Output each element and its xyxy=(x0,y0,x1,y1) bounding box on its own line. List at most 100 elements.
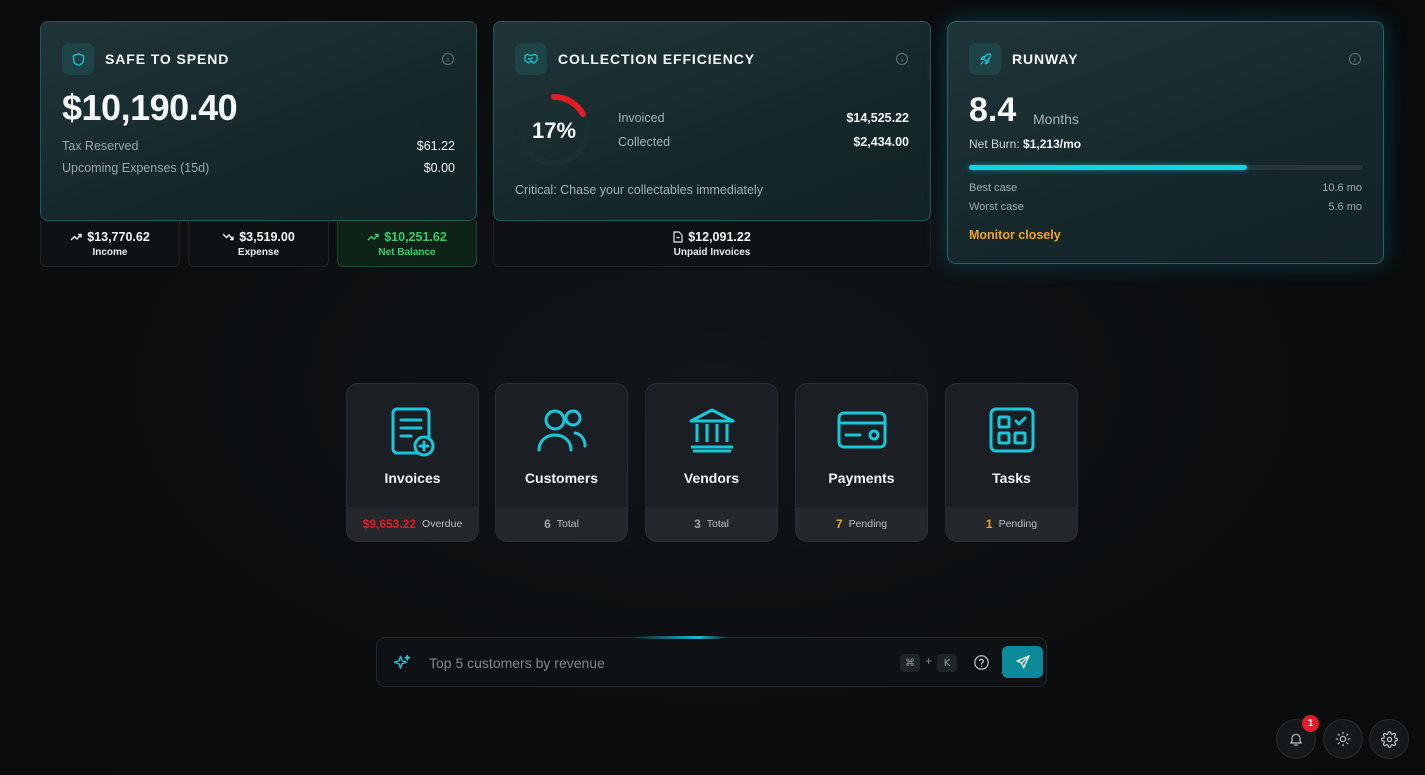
info-icon[interactable] xyxy=(895,52,909,66)
settings-button[interactable] xyxy=(1369,719,1409,759)
runway-status: Monitor closely xyxy=(969,228,1061,242)
unpaid-label: Unpaid Invoices xyxy=(673,246,751,258)
tile-count: 6 xyxy=(544,517,551,531)
upcoming-expenses-label: Upcoming Expenses (15d) xyxy=(62,161,210,175)
search-glow xyxy=(632,636,727,639)
income-box[interactable]: $13,770.62 Income xyxy=(40,221,180,267)
worst-case-label: Worst case xyxy=(969,201,1024,213)
tile-footer: 6 Total xyxy=(496,507,627,541)
tile-name: Tasks xyxy=(992,470,1031,486)
income-label: Income xyxy=(92,246,128,258)
users-icon xyxy=(537,409,586,452)
worst-case-row: Worst case 5.6 mo xyxy=(969,201,1362,213)
tile-status: Overdue xyxy=(422,518,463,530)
notification-badge: 1 xyxy=(1302,715,1319,732)
income-amount-row: $13,770.62 xyxy=(70,230,150,244)
net-burn: Net Burn: $1,213/mo xyxy=(969,137,1081,151)
tile-status: Total xyxy=(556,518,579,530)
tile-status: Total xyxy=(706,518,729,530)
expense-amount: $3,519.00 xyxy=(239,229,295,244)
invoices-tile[interactable]: Invoices $9,653.22 Overdue xyxy=(346,383,479,542)
payments-tile[interactable]: Payments 7 Pending xyxy=(795,383,928,542)
info-icon[interactable] xyxy=(1348,52,1362,66)
best-case-label: Best case xyxy=(969,182,1018,194)
shortcut-k-key: K xyxy=(937,654,957,672)
vendors-tile[interactable]: Vendors 3 Total xyxy=(645,383,778,542)
tile-count: $9,653.22 xyxy=(362,517,417,531)
collection-percent: 17% xyxy=(531,118,577,143)
collection-efficiency-header: COLLECTION EFFICIENCY xyxy=(515,43,755,75)
tasks-tile[interactable]: Tasks 1 Pending xyxy=(945,383,1078,542)
rocket-icon xyxy=(969,43,1001,75)
safe-to-spend-summary: $13,770.62 Income $3,519.00 Expense $10,… xyxy=(40,221,477,267)
expense-label: Expense xyxy=(237,246,280,258)
gear-icon xyxy=(1380,730,1398,748)
trend-up-icon xyxy=(367,233,379,240)
tile-footer: 3 Total xyxy=(646,507,777,541)
net-balance-amount: $10,251.62 xyxy=(384,229,447,244)
tile-count: 1 xyxy=(985,517,993,531)
card-title: SAFE TO SPEND xyxy=(105,51,230,67)
invoices-icon-wrap xyxy=(347,406,478,458)
best-case-row: Best case 10.6 mo xyxy=(969,182,1362,194)
collection-efficiency-card: COLLECTION EFFICIENCY 17% Invoiced $14,5… xyxy=(493,21,931,221)
customers-tile[interactable]: Customers 6 Total xyxy=(495,383,628,542)
send-icon xyxy=(1015,655,1030,669)
expense-amount-row: $3,519.00 xyxy=(222,230,295,244)
theme-toggle-button[interactable] xyxy=(1323,719,1363,759)
runway-progress-fill xyxy=(969,165,1247,170)
collection-message: Critical: Chase your collectables immedi… xyxy=(515,183,764,197)
tasks-icon-wrap xyxy=(946,406,1077,454)
unpaid-amount-row: $12,091.22 xyxy=(673,230,751,244)
runway-card: RUNWAY 8.4 Months Net Burn: $1,213/mo Be… xyxy=(947,21,1384,264)
tile-status: Pending xyxy=(998,518,1038,530)
invoiced-row: Invoiced $14,525.22 xyxy=(618,111,909,125)
collection-summary: $12,091.22 Unpaid Invoices xyxy=(493,221,931,267)
runway-progress-track xyxy=(969,165,1363,170)
sun-icon xyxy=(1335,731,1351,747)
tasks-grid-icon xyxy=(989,407,1034,453)
shield-icon xyxy=(62,43,94,75)
handshake-icon xyxy=(515,43,547,75)
tile-count: 3 xyxy=(694,517,701,531)
tax-reserved-label: Tax Reserved xyxy=(62,139,139,153)
invoiced-label: Invoiced xyxy=(618,111,665,125)
expense-box[interactable]: $3,519.00 Expense xyxy=(188,221,329,267)
unpaid-invoices-box[interactable]: $12,091.22 Unpaid Invoices xyxy=(493,221,931,267)
credit-card-icon xyxy=(837,411,886,449)
document-icon xyxy=(673,230,683,243)
invoice-icon xyxy=(391,407,434,457)
tile-name: Payments xyxy=(828,470,895,486)
trend-up-icon xyxy=(70,233,82,240)
worst-case-value: 5.6 mo xyxy=(1328,201,1362,213)
net-burn-label: Net Burn: xyxy=(969,137,1020,151)
bell-icon xyxy=(1290,733,1302,746)
help-icon[interactable] xyxy=(973,654,990,671)
tile-footer: 7 Pending xyxy=(796,507,927,541)
tax-reserved-value: $61.22 xyxy=(416,139,455,153)
send-button[interactable] xyxy=(1002,646,1043,678)
upcoming-expenses-value: $0.00 xyxy=(423,161,455,175)
runway-header: RUNWAY xyxy=(969,43,1078,75)
bank-icon xyxy=(689,408,734,453)
upcoming-expenses-row: Upcoming Expenses (15d) $0.00 xyxy=(62,161,455,175)
tile-name: Customers xyxy=(524,470,599,486)
net-balance-box[interactable]: $10,251.62 Net Balance xyxy=(337,221,477,267)
tile-name: Invoices xyxy=(384,470,441,486)
trend-down-icon xyxy=(222,233,234,240)
customers-icon-wrap xyxy=(496,406,627,454)
tax-reserved-row: Tax Reserved $61.22 xyxy=(62,139,455,153)
tile-name: Vendors xyxy=(683,470,740,486)
search-input[interactable] xyxy=(429,652,869,674)
net-burn-value: $1,213/mo xyxy=(1023,137,1082,151)
card-title: RUNWAY xyxy=(1012,51,1079,67)
invoiced-value: $14,525.22 xyxy=(846,111,909,125)
vendors-icon-wrap xyxy=(646,406,777,454)
info-icon[interactable] xyxy=(441,52,455,66)
best-case-value: 10.6 mo xyxy=(1322,182,1362,194)
safe-to-spend-header: SAFE TO SPEND xyxy=(62,43,229,75)
collection-gauge-arc xyxy=(551,94,586,118)
ai-search-bar: ⌘ + K xyxy=(376,636,1047,687)
collected-row: Collected $2,434.00 xyxy=(618,135,909,149)
runway-unit: Months xyxy=(1033,111,1079,127)
